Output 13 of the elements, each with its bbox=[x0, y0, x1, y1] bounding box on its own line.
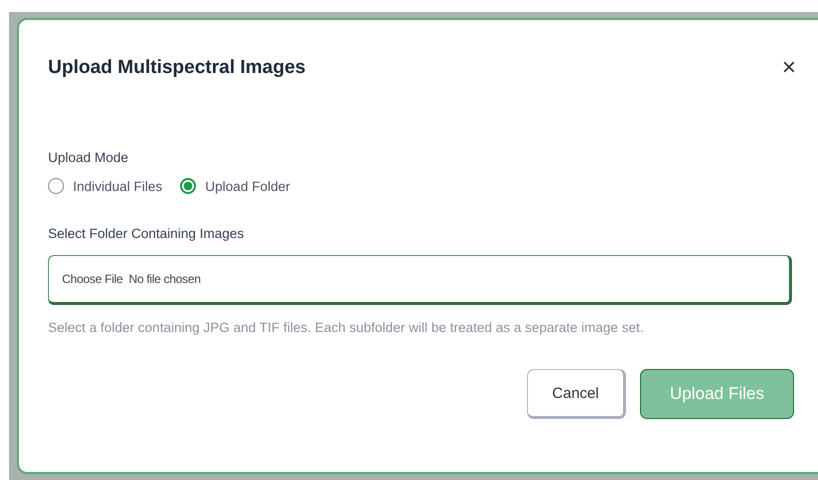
radio-button[interactable] bbox=[48, 178, 64, 194]
file-status: No file chosen bbox=[128, 272, 201, 286]
dialog-title: Upload Multispectral Images bbox=[48, 57, 306, 79]
radio-label[interactable]: Upload Folder bbox=[205, 178, 290, 194]
radio-label[interactable]: Individual Files bbox=[73, 178, 162, 194]
field-label: Select Folder Containing Images bbox=[48, 226, 245, 241]
close-button[interactable]: × bbox=[778, 56, 800, 80]
radio-button[interactable] bbox=[180, 178, 196, 194]
field-label: Upload Mode bbox=[48, 150, 130, 165]
cancel-button[interactable]: Cancel bbox=[527, 369, 626, 419]
choose-file-button[interactable]: Choose File bbox=[62, 272, 123, 286]
help-text: Select a folder containing JPG and TIF files. Each subfolder will be treated as a separate image set. bbox=[48, 319, 645, 337]
file-input-field[interactable]: Choose File No file chosen bbox=[48, 255, 792, 305]
